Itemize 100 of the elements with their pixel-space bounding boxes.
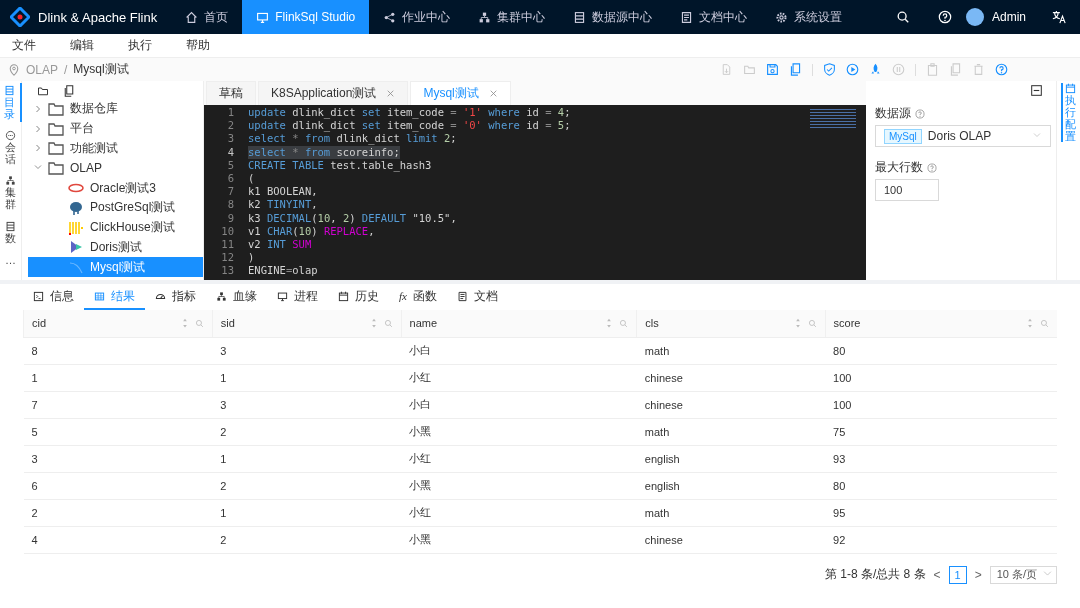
filter-search-icon[interactable]: [1040, 318, 1049, 328]
code-line: ): [248, 251, 255, 265]
play-icon[interactable]: [846, 63, 859, 76]
side-tab[interactable]: …: [0, 251, 22, 268]
nav-tab[interactable]: 系统设置: [761, 0, 857, 34]
line-number: 2: [226, 119, 235, 133]
document-icon: [680, 10, 694, 24]
line-number: 8: [226, 198, 235, 212]
table-cell: 5: [23, 418, 213, 445]
table-cell: 4: [23, 526, 213, 553]
table-cell: 2: [212, 418, 402, 445]
tree-item[interactable]: 功能测试: [28, 138, 203, 159]
tree-label: ClickHouse测试: [90, 219, 175, 237]
caret-icon[interactable]: [34, 104, 42, 113]
column-header[interactable]: cid: [23, 310, 213, 337]
tree-item[interactable]: Doris测试: [28, 237, 203, 258]
table-cell: 3: [212, 337, 402, 364]
table-cell: 100: [825, 391, 1057, 418]
nav-tab[interactable]: 文档中心: [666, 0, 762, 34]
copy-icon[interactable]: [789, 63, 802, 76]
table-cell: 80: [825, 337, 1057, 364]
list-icon: [573, 10, 587, 24]
tree-label: 平台: [70, 120, 94, 138]
column-header[interactable]: cls: [636, 310, 826, 337]
editor-tab[interactable]: 草稿: [206, 81, 256, 105]
code-line: update dlink_dict set item_code = '1' where id = 4;: [248, 106, 571, 120]
result-tab[interactable]: 血缘: [206, 284, 267, 310]
table-cell: 小黑: [401, 526, 637, 553]
line-number: 6: [226, 171, 235, 186]
nav-tab[interactable]: 数据源中心: [559, 0, 667, 34]
nav-tab[interactable]: 作业中心: [369, 0, 465, 34]
table-cell: 92: [825, 526, 1057, 553]
result-tab[interactable]: fx 函数: [389, 284, 447, 310]
result-tab[interactable]: 历史: [328, 284, 389, 310]
sort-icon[interactable]: [1026, 318, 1034, 329]
menu-item[interactable]: 文件: [0, 37, 48, 54]
side-tab[interactable]: 会话: [0, 128, 22, 168]
result-tab[interactable]: 文档: [446, 284, 508, 310]
table-cell: 小红: [401, 499, 637, 526]
max-rows-field[interactable]: 100: [875, 179, 939, 201]
column-header[interactable]: sid: [212, 310, 402, 337]
shield-check-icon[interactable]: [823, 63, 836, 76]
menu-item[interactable]: 执行: [116, 37, 164, 54]
tree-item[interactable]: PostGreSql测试: [28, 198, 203, 218]
column-header[interactable]: name: [401, 310, 637, 337]
table-cell: chinese: [636, 364, 826, 391]
translate-icon[interactable]: [1052, 10, 1066, 24]
tree-item[interactable]: Oracle测试3: [28, 178, 203, 198]
table-cell: math: [636, 499, 826, 526]
close-icon[interactable]: [488, 89, 498, 98]
code-line: k1 BOOLEAN,: [248, 185, 318, 199]
monitor-icon: [256, 10, 270, 24]
tree-item[interactable]: OLAP: [28, 158, 203, 179]
result-tab[interactable]: 进程: [267, 284, 328, 310]
filter-search-icon[interactable]: [383, 318, 393, 328]
column-header[interactable]: score: [825, 310, 1057, 337]
tree-label: Oracle测试3: [90, 179, 157, 197]
code-line: (: [248, 171, 255, 186]
result-tab[interactable]: 指标: [145, 284, 206, 310]
line-number: 9: [226, 211, 235, 225]
tree-item[interactable]: 数据仓库: [28, 99, 203, 119]
filter-search-icon[interactable]: [194, 318, 204, 328]
breadcrumb-item[interactable]: Mysql测试: [73, 61, 129, 78]
table-cell: 小白: [401, 337, 637, 364]
caret-icon[interactable]: [34, 144, 42, 153]
filter-search-icon[interactable]: [619, 318, 629, 328]
rocket-icon[interactable]: [869, 63, 882, 76]
page-size-select[interactable]: 10 条/页: [989, 565, 1057, 584]
calendar-icon: [1065, 83, 1076, 94]
table-cell: 80: [825, 472, 1057, 499]
table-icon: [94, 290, 105, 302]
table-cell: 75: [825, 418, 1057, 445]
result-tab[interactable]: 信息: [23, 284, 84, 310]
avatar[interactable]: [966, 8, 984, 26]
side-tab[interactable]: 数: [0, 218, 22, 246]
caret-icon[interactable]: [34, 124, 42, 133]
datasource-select[interactable]: MySql Doris OLAP: [875, 125, 1051, 147]
menu-item[interactable]: 编辑: [58, 37, 106, 54]
line-number: 5: [226, 158, 235, 172]
menu-item[interactable]: 帮助: [174, 37, 222, 54]
user-name[interactable]: Admin: [992, 10, 1026, 24]
search-icon[interactable]: [896, 10, 910, 24]
close-icon[interactable]: [386, 89, 396, 98]
save-icon[interactable]: [766, 63, 779, 76]
next-page-button[interactable]: >: [974, 567, 982, 582]
nav-tab[interactable]: 集群中心: [464, 0, 560, 34]
settings-icon: [775, 10, 789, 24]
nav-tab[interactable]: 首页: [171, 0, 243, 34]
tree-item[interactable]: 平台: [28, 118, 203, 139]
editor-tab[interactable]: K8SApplication测试: [258, 81, 409, 105]
line-number: 1: [226, 106, 235, 120]
code-line: k3 DECIMAL(10, 2) DEFAULT "10.5",: [248, 211, 457, 225]
monitor-icon: [277, 290, 288, 302]
previous-page-button[interactable]: <: [933, 567, 941, 582]
tree-item[interactable]: ClickHouse测试: [28, 217, 203, 238]
side-tab[interactable]: 集群: [0, 173, 22, 213]
document-icon: [456, 290, 468, 302]
filter-search-icon[interactable]: [807, 318, 817, 328]
location-icon: [8, 63, 20, 76]
chat-icon: [5, 130, 16, 142]
